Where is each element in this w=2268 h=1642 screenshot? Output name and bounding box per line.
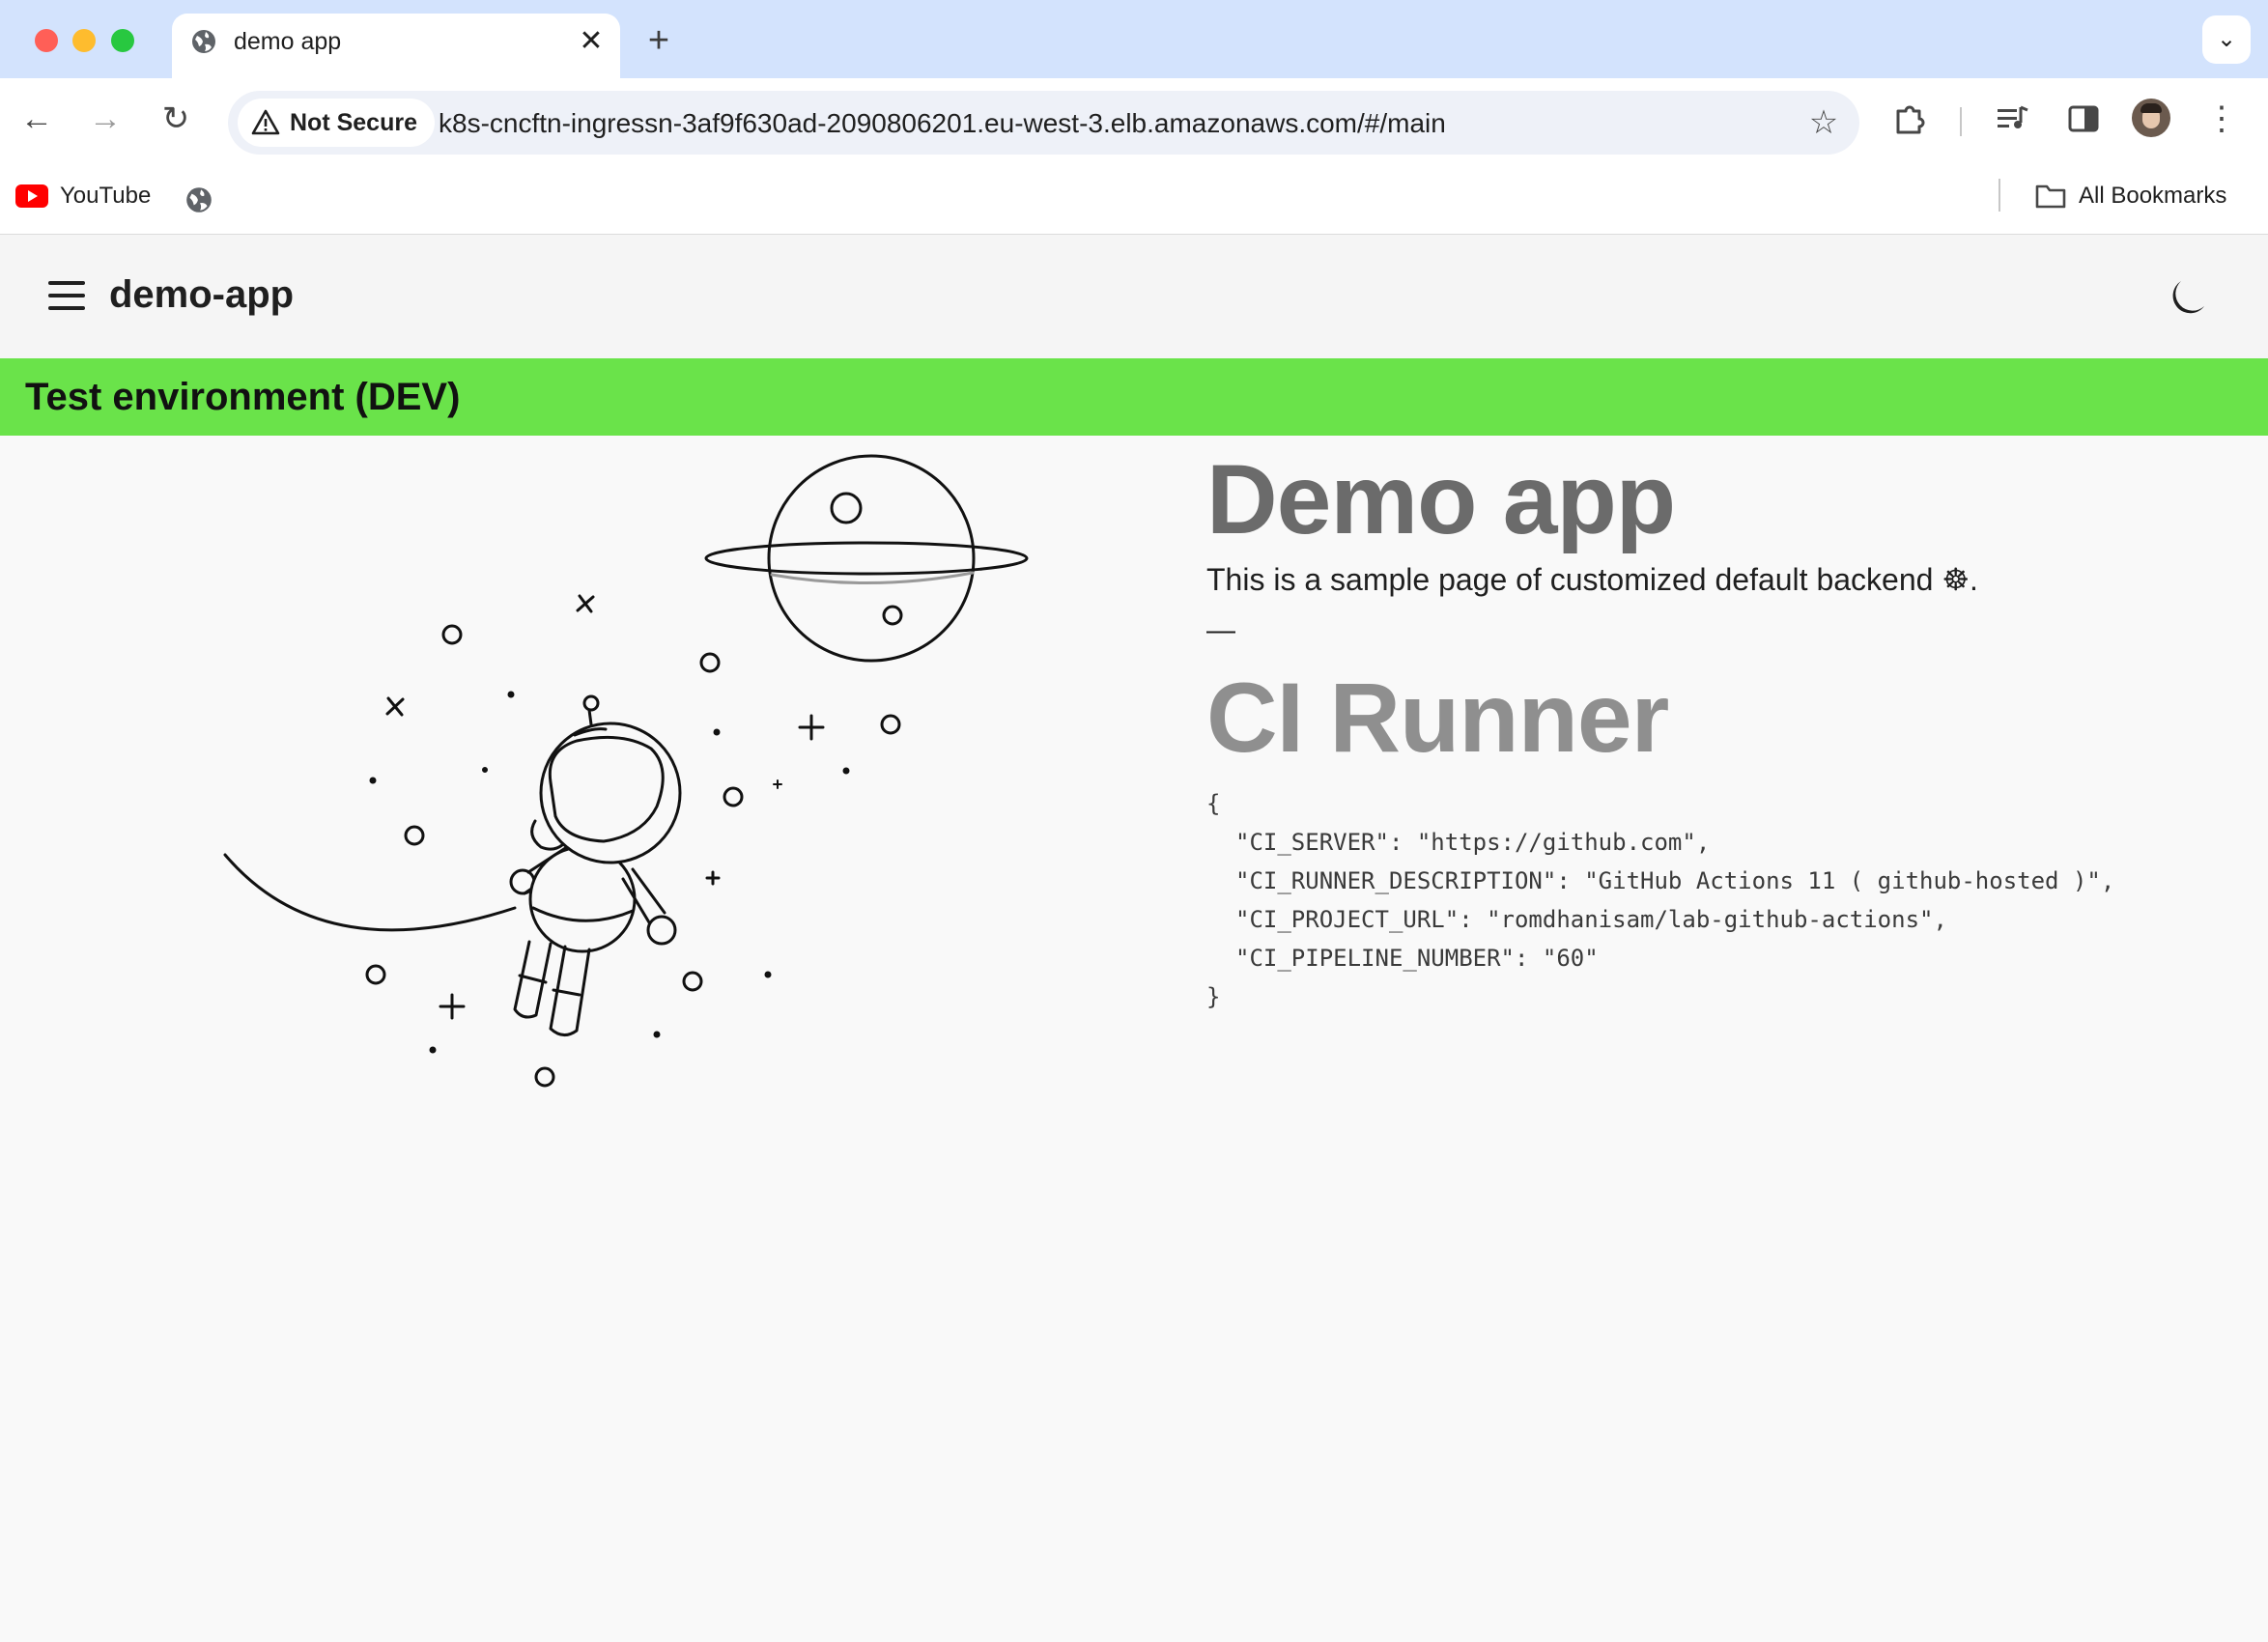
extensions-icon[interactable] [1888,98,1931,140]
address-bar[interactable]: Not Secure k8s-cncftn-ingressn-3af9f630a… [228,91,1859,155]
bookmark-youtube[interactable]: YouTube [15,183,151,210]
app-header: demo-app [0,235,2268,358]
page-heading: Demo app [1206,444,1676,554]
app-title: demo-app [109,273,295,316]
folder-icon [2035,184,2066,209]
bookmarks-bar: YouTube All Bookmarks [0,165,2268,235]
window-close-button[interactable] [35,29,58,52]
all-bookmarks-button[interactable]: All Bookmarks [2034,183,2226,210]
url-text[interactable]: k8s-cncftn-ingressn-3af9f630ad-209080620… [439,108,1446,139]
tether-line [223,853,517,932]
new-tab-button[interactable]: + [639,21,678,60]
security-indicator[interactable]: Not Secure [238,99,435,147]
reload-button[interactable]: ↻ [155,98,197,140]
section-separator: — [1206,614,1235,646]
toolbar-divider [1960,107,1962,136]
warning-icon [251,109,280,135]
environment-banner: Test environment (DEV) [0,358,2268,436]
json-line-ci-project-url: "CI_PROJECT_URL": "romdhanisam/lab-githu… [1235,906,1947,933]
astronaut-drawing [509,694,682,1036]
json-close-brace: } [1206,983,1221,1010]
profile-avatar[interactable] [2132,99,2170,137]
back-button[interactable]: ← [15,98,58,140]
moon-icon[interactable] [2166,277,2208,320]
window-minimize-button[interactable] [72,29,96,52]
json-open-brace: { [1206,790,1221,817]
forward-button[interactable]: → [84,98,127,140]
planet-drawing [704,454,1029,663]
json-line-ci-server: "CI_SERVER": "https://github.com", [1235,829,1711,856]
globe-icon [192,30,215,53]
json-line-ci-runner-description: "CI_RUNNER_DESCRIPTION": "GitHub Actions… [1235,867,2115,894]
environment-banner-text: Test environment (DEV) [25,376,461,418]
main-content: Demo app This is a sample page of custom… [1206,446,2250,1016]
browser-tab[interactable]: demo app ✕ [172,14,620,78]
window-maximize-button[interactable] [111,29,134,52]
all-bookmarks-label: All Bookmarks [2079,183,2227,209]
hamburger-menu-icon[interactable] [48,281,85,310]
side-panel-icon[interactable] [2062,98,2105,140]
page-tagline: This is a sample page of customized defa… [1206,562,1978,597]
tab-search-button[interactable]: ⌄ [2202,15,2251,64]
json-line-ci-pipeline-number: "CI_PIPELINE_NUMBER": "60" [1235,945,1599,972]
ci-runner-heading: CI Runner [1206,663,1669,773]
tab-close-icon[interactable]: ✕ [575,25,608,58]
bookmark-globe-icon[interactable] [184,184,214,215]
browser-menu-icon[interactable]: ⋮ [2202,98,2241,140]
bookmark-youtube-label: YouTube [60,183,152,209]
browser-tab-strip: demo app ✕ + ⌄ [0,0,2268,78]
browser-toolbar: ← → ↻ Not Secure k8s-cncftn-ingressn-3af… [0,78,2268,165]
ci-runner-json: { "CI_SERVER": "https://github.com", "CI_… [1206,784,2250,1016]
security-label: Not Secure [290,108,417,136]
bookmark-star-icon[interactable]: ☆ [1805,104,1842,141]
astronaut-illustration [223,454,1029,1088]
youtube-icon [15,184,48,208]
tab-title: demo app [234,28,342,55]
media-controls-icon[interactable] [1992,98,2034,140]
bookmarks-divider [1999,179,2000,212]
